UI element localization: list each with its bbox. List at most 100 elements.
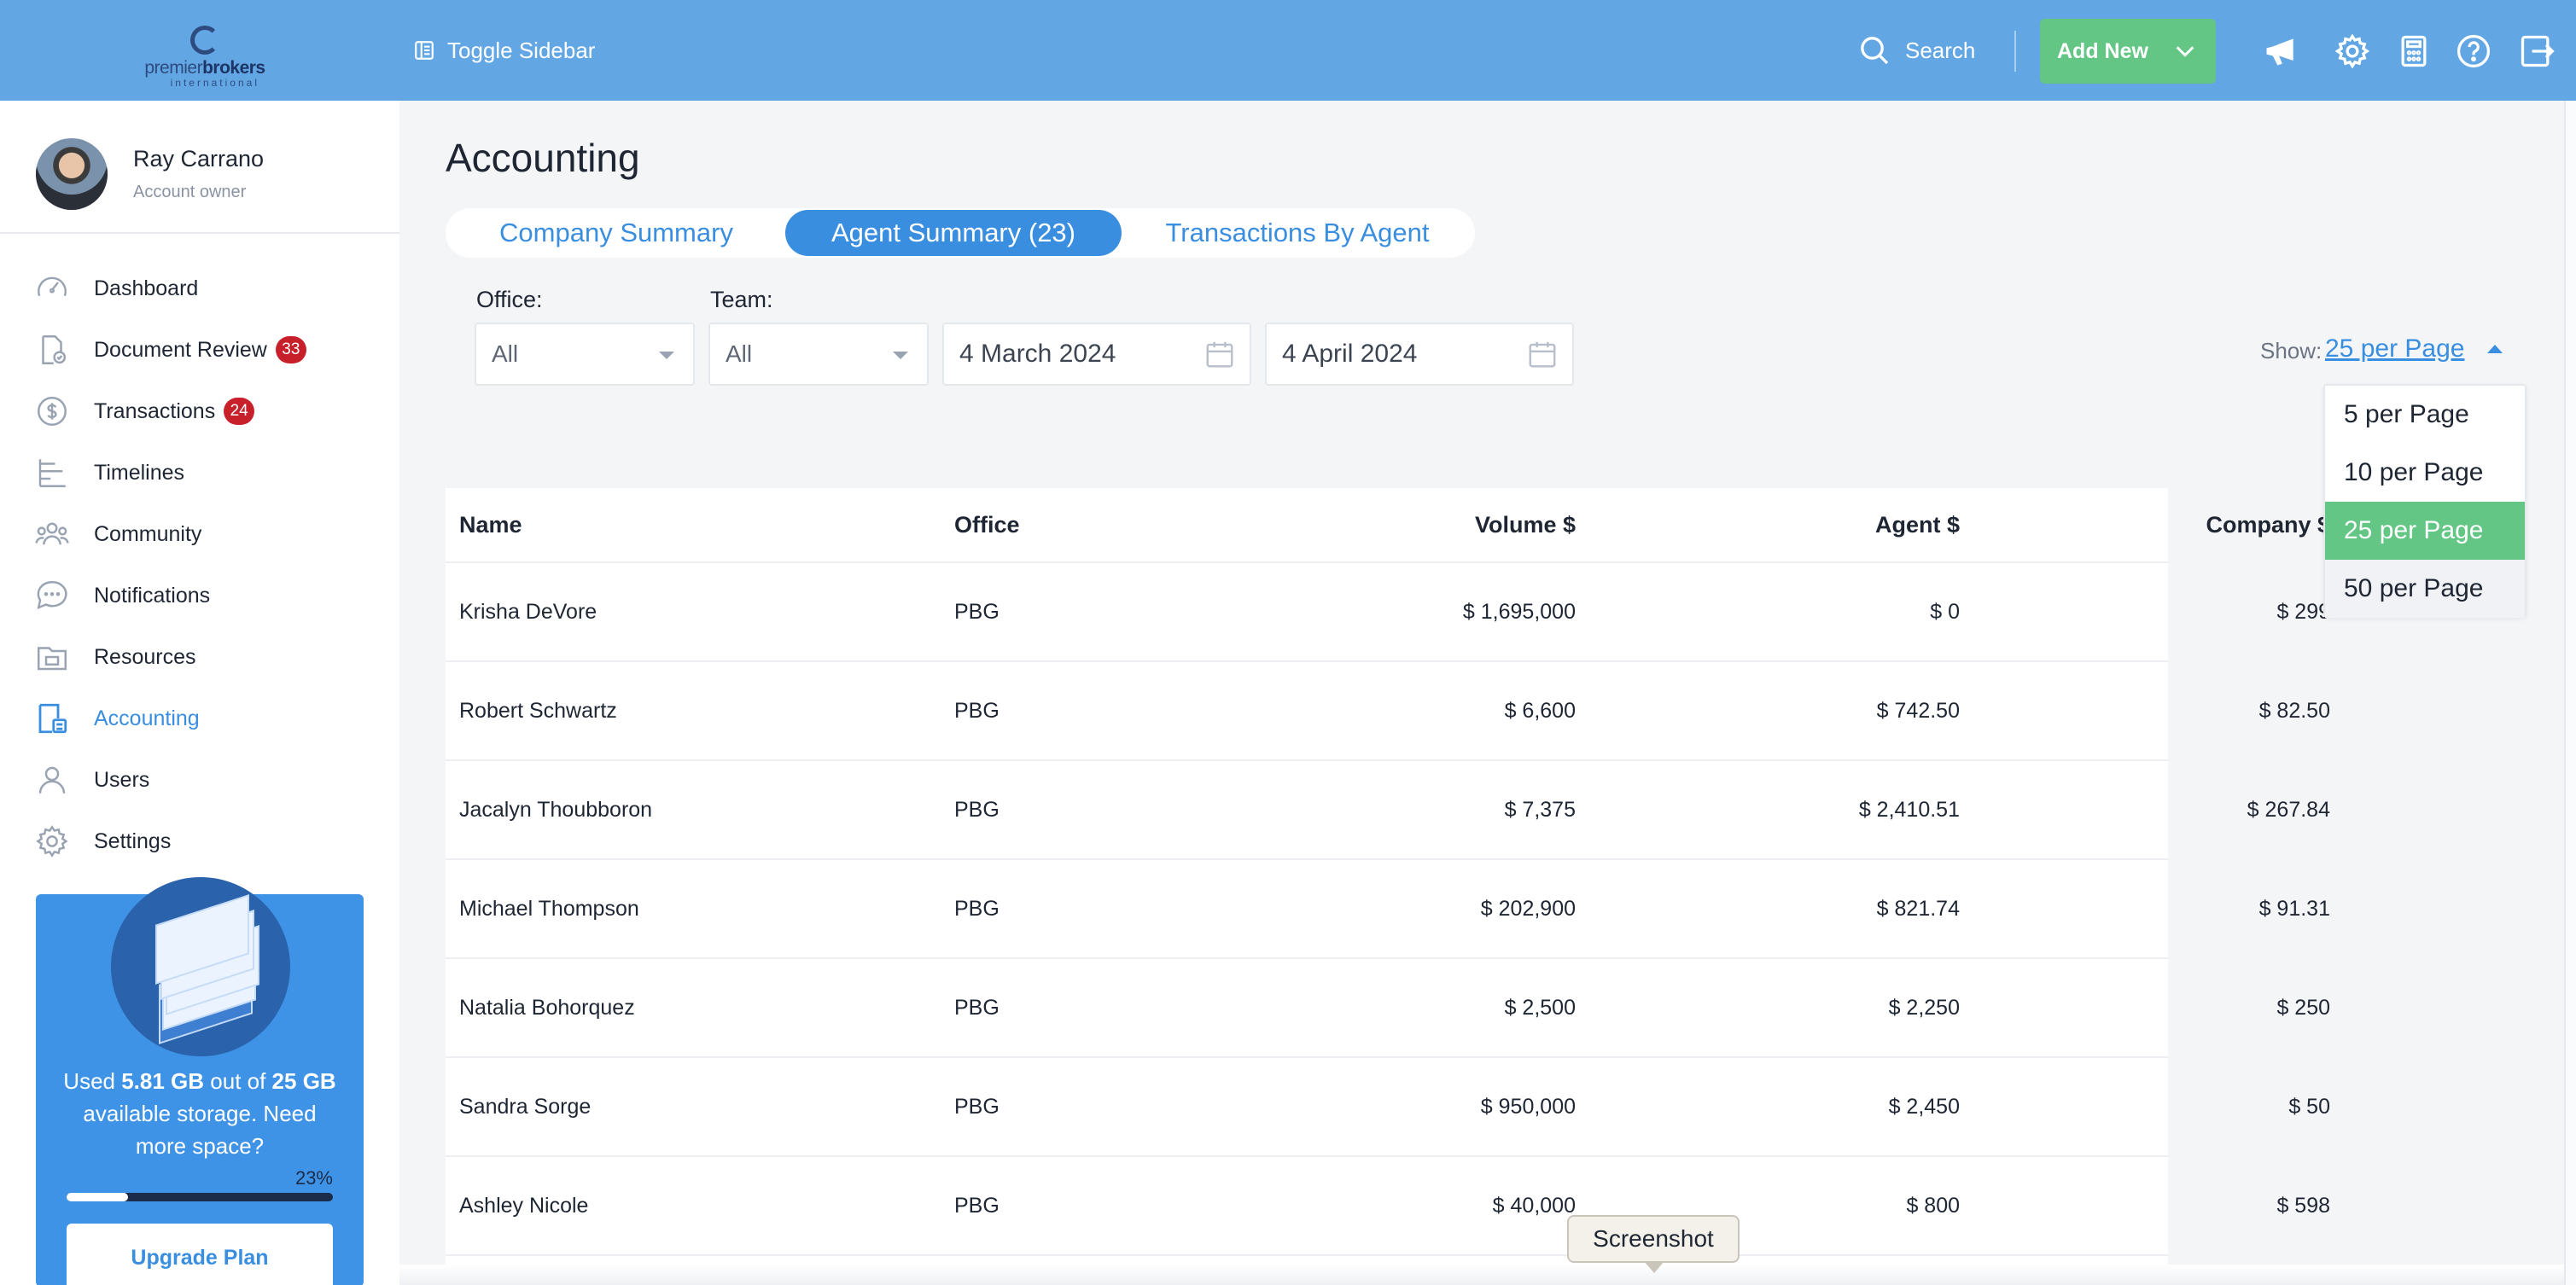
company-logo[interactable]: premierbrokers international	[137, 26, 273, 89]
upgrade-plan-button[interactable]: Upgrade Plan	[67, 1224, 333, 1285]
cell-agent: $ 742.50	[1876, 698, 1960, 723]
page-size-option-10[interactable]: 10 per Page	[2325, 444, 2525, 502]
team-filter-label: Team:	[710, 287, 773, 312]
cell-office: PBG	[954, 797, 1000, 822]
sidebar-item-community[interactable]: Community	[34, 503, 393, 565]
date-from-value: 4 March 2024	[959, 340, 1116, 368]
folder-icon	[38, 647, 67, 671]
caret-up-icon[interactable]	[2487, 345, 2503, 353]
user-icon	[38, 766, 66, 794]
caret-down-icon	[659, 352, 674, 359]
sidebar-item-notifications[interactable]: Notifications	[34, 565, 393, 626]
tab-agent-summary[interactable]: Agent Summary (23)	[785, 210, 1122, 256]
settings-icon	[36, 825, 68, 858]
sidebar-item-timelines[interactable]: Timelines	[34, 442, 393, 503]
cell-company: $ 267.84	[2247, 797, 2330, 822]
cell-company: $ 91.31	[2258, 896, 2330, 921]
sidebar-item-settings[interactable]: Settings	[34, 811, 393, 872]
calendar-icon	[1206, 341, 1233, 368]
cell-company: $ 299	[2276, 599, 2330, 624]
table-header: Name Office Volume $ Agent $ Company $	[446, 488, 2330, 563]
cell-volume: $ 950,000	[1480, 1094, 1576, 1119]
search-button[interactable]: Search	[1857, 32, 1975, 68]
gauge-icon	[38, 276, 67, 297]
office-filter-label: Office:	[476, 287, 543, 312]
bottom-shade	[399, 1265, 2576, 1285]
column-header-agent[interactable]: Agent $	[1581, 488, 1960, 561]
page-size-toggle[interactable]: 25 per Page	[2325, 334, 2464, 363]
calculator-icon[interactable]	[2395, 32, 2433, 70]
cell-office: PBG	[954, 698, 1000, 723]
sidebar-item-label: Dashboard	[94, 276, 199, 300]
office-select[interactable]: All	[475, 323, 695, 386]
cell-name: Robert Schwartz	[459, 698, 617, 723]
sidebar-item-label: Users	[94, 767, 150, 792]
gear-icon[interactable]	[2334, 32, 2371, 70]
cell-agent: $ 821.74	[1876, 896, 1960, 921]
cell-company: $ 250	[2276, 995, 2330, 1020]
logout-icon[interactable]	[2518, 32, 2556, 70]
date-to-input[interactable]: 4 April 2024	[1265, 323, 1574, 386]
column-header-volume[interactable]: Volume $	[1299, 488, 1576, 561]
top-bar: premierbrokers international Toggle Side…	[0, 0, 2576, 101]
notification-badge: 24	[224, 398, 255, 425]
table-row[interactable]: Krisha DeVore PBG $ 1,695,000 $ 0 $ 299	[446, 563, 2330, 662]
sidebar-item-transactions[interactable]: Transactions 24	[34, 381, 393, 442]
table-row[interactable]: Robert Schwartz PBG $ 6,600 $ 742.50 $ 8…	[446, 662, 2330, 761]
page-size-option-50[interactable]: 50 per Page	[2325, 560, 2525, 618]
sidebar-item-document-review[interactable]: Document Review 33	[34, 319, 393, 381]
sidebar-item-dashboard[interactable]: Dashboard	[34, 258, 393, 319]
table-row[interactable]: Natalia Bohorquez PBG $ 2,500 $ 2,250 $ …	[446, 959, 2330, 1058]
cell-office: PBG	[954, 1094, 1000, 1119]
storage-usage-text: Used 5.81 GB out of 25 GB available stor…	[63, 1068, 336, 1159]
user-profile[interactable]: Ray Carrano Account owner	[36, 138, 264, 210]
tab-company-summary[interactable]: Company Summary	[447, 210, 785, 256]
table-row[interactable]: Ashley Nicole PBG $ 40,000 $ 800 $ 598	[446, 1157, 2330, 1256]
cell-volume: $ 202,900	[1480, 896, 1576, 921]
table-row[interactable]: Michael Thompson PBG $ 202,900 $ 821.74 …	[446, 860, 2330, 959]
profile-name: Ray Carrano	[133, 146, 265, 172]
cell-agent: $ 2,410.51	[1858, 797, 1960, 822]
toggle-sidebar-button[interactable]: Toggle Sidebar	[413, 34, 595, 67]
date-from-input[interactable]: 4 March 2024	[942, 323, 1251, 386]
cell-agent: $ 2,450	[1888, 1094, 1960, 1119]
calendar-icon	[1529, 341, 1556, 368]
avatar	[36, 138, 108, 210]
sidebar-item-accounting[interactable]: Accounting	[34, 688, 393, 749]
storage-progress-bar	[67, 1193, 333, 1201]
tab-transactions-by-agent[interactable]: Transactions By Agent	[1122, 210, 1473, 256]
cell-agent: $ 0	[1930, 599, 1960, 624]
megaphone-icon[interactable]	[2262, 32, 2299, 70]
toggle-sidebar-label: Toggle Sidebar	[447, 37, 596, 63]
page-size-option-5[interactable]: 5 per Page	[2325, 386, 2525, 444]
table-row[interactable]: Sandra Sorge PBG $ 950,000 $ 2,450 $ 50	[446, 1058, 2330, 1157]
cell-volume: $ 2,500	[1504, 995, 1576, 1020]
cell-name: Jacalyn Thoubboron	[459, 797, 653, 822]
page-size-option-25[interactable]: 25 per Page	[2325, 502, 2525, 560]
dollar-icon	[38, 397, 67, 426]
column-header-company[interactable]: Company $	[1965, 488, 2330, 561]
cell-company: $ 82.50	[2258, 698, 2330, 723]
chevron-down-icon	[2176, 46, 2194, 57]
sidebar-item-resources[interactable]: Resources	[34, 626, 393, 688]
add-new-button[interactable]: Add New	[2040, 19, 2216, 84]
sidebar-item-label: Resources	[94, 644, 196, 669]
chat-bubble-icon	[37, 581, 67, 609]
team-select[interactable]: All	[708, 323, 929, 386]
sidebar-item-label: Accounting	[94, 706, 200, 730]
help-icon[interactable]	[2455, 32, 2492, 70]
page-title: Accounting	[446, 136, 640, 180]
storage-percent: 23%	[294, 1167, 333, 1189]
column-header-name[interactable]: Name	[459, 488, 937, 561]
column-header-office[interactable]: Office	[954, 488, 1125, 561]
cell-office: PBG	[954, 995, 1000, 1020]
cell-volume: $ 1,695,000	[1462, 599, 1576, 624]
notification-badge: 33	[275, 336, 306, 363]
sidebar-item-users[interactable]: Users	[34, 749, 393, 811]
window-edge	[2564, 101, 2576, 1285]
cell-name: Sandra Sorge	[459, 1094, 592, 1119]
screenshot-tooltip: Screenshot	[1567, 1215, 1740, 1273]
cell-name: Krisha DeVore	[459, 599, 597, 624]
sidebar-toggle-icon	[415, 41, 434, 60]
table-row[interactable]: Jacalyn Thoubboron PBG $ 7,375 $ 2,410.5…	[446, 761, 2330, 860]
